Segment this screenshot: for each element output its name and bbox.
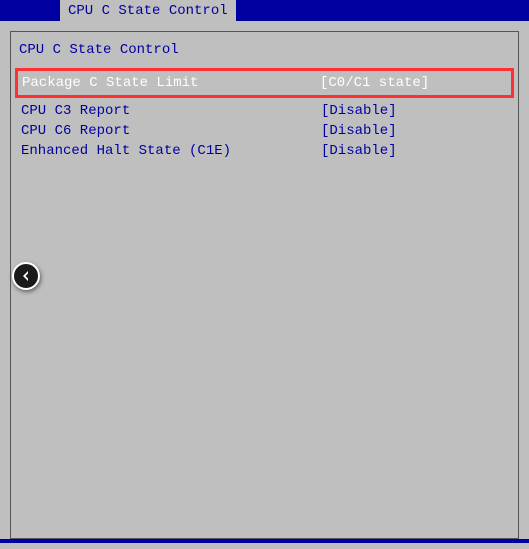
bottom-bar [0, 539, 529, 543]
section-title: CPU C State Control [11, 32, 518, 68]
back-button[interactable] [12, 262, 40, 290]
tab-label: CPU C State Control [68, 3, 228, 19]
setting-row-enhanced-halt-state[interactable]: Enhanced Halt State (C1E) [Disable] [11, 141, 518, 161]
tab-cpu-c-state-control[interactable]: CPU C State Control [60, 0, 236, 21]
settings-panel: CPU C State Control Package C State Limi… [10, 31, 519, 539]
setting-value: [Disable] [321, 143, 397, 159]
chevron-left-icon [21, 271, 31, 281]
setting-row-package-c-state-limit[interactable]: Package C State Limit [C0/C1 state] [15, 68, 514, 98]
setting-label: CPU C3 Report [21, 103, 321, 119]
setting-row-cpu-c6-report[interactable]: CPU C6 Report [Disable] [11, 121, 518, 141]
setting-value: [C0/C1 state] [320, 75, 429, 91]
content-area: CPU C State Control Package C State Limi… [0, 21, 529, 549]
setting-label: Package C State Limit [22, 75, 320, 91]
header-bar: CPU C State Control [0, 0, 529, 21]
setting-value: [Disable] [321, 123, 397, 139]
setting-value: [Disable] [321, 103, 397, 119]
setting-label: Enhanced Halt State (C1E) [21, 143, 321, 159]
setting-row-cpu-c3-report[interactable]: CPU C3 Report [Disable] [11, 101, 518, 121]
setting-label: CPU C6 Report [21, 123, 321, 139]
